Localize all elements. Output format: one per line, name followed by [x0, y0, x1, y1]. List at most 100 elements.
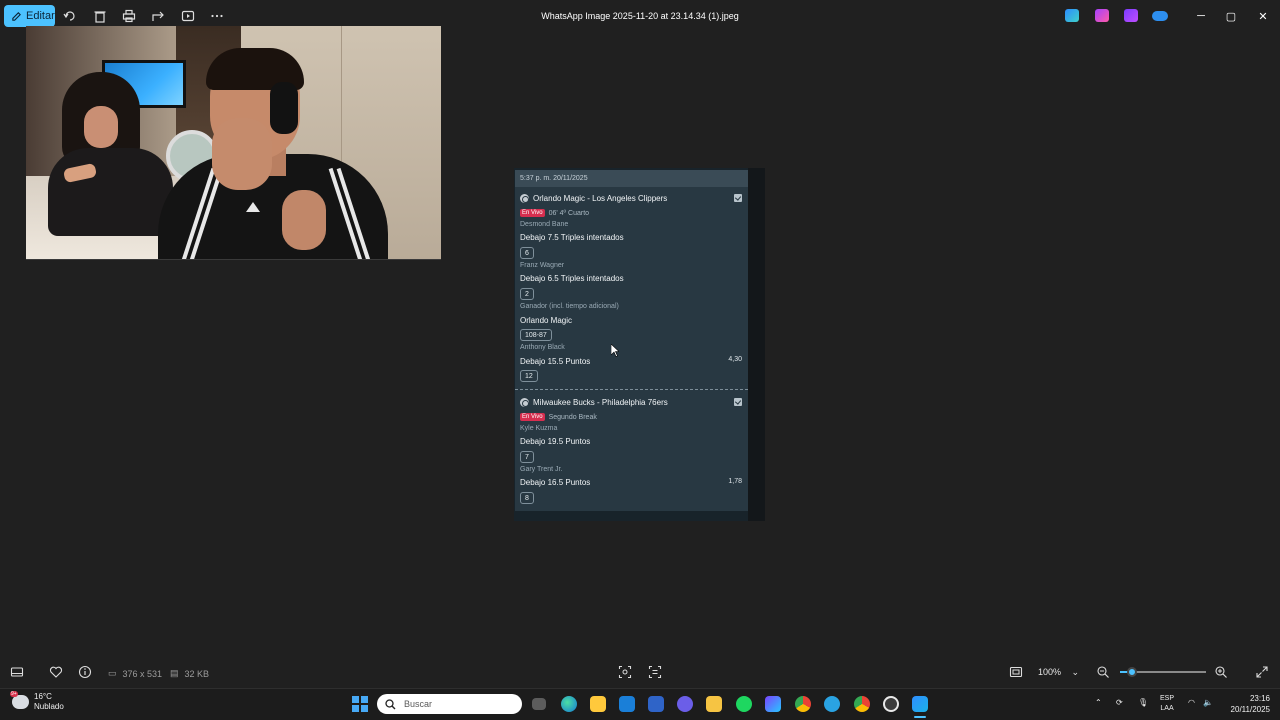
windows-taskbar — [0, 688, 1280, 720]
minimize-icon[interactable]: ─ — [1186, 6, 1216, 26]
image-edge-strip — [748, 168, 765, 521]
keyboard-layout: LAA — [1160, 705, 1174, 712]
search-icon — [385, 698, 396, 709]
zoom-slider-thumb[interactable] — [1127, 667, 1137, 677]
word-icon[interactable] — [648, 696, 664, 712]
bet-player: Desmond Bane — [520, 221, 569, 228]
full-screen-icon[interactable] — [1255, 665, 1269, 679]
ticket-timestamp: 5:37 p. m. 20/11/2025 — [515, 170, 748, 187]
info-icon[interactable] — [78, 665, 92, 679]
outlook-icon[interactable] — [619, 696, 635, 712]
bet-player: Kyle Kuzma — [520, 425, 558, 432]
close-icon[interactable]: ✕ — [1248, 6, 1278, 26]
match-title: Orlando Magic - Los Angeles Clippers — [533, 193, 668, 203]
file-size: ▤ 32 KB — [170, 668, 209, 679]
scan-text-icon[interactable] — [648, 665, 662, 679]
zoom-value: 100% — [1038, 667, 1062, 677]
basketball-icon — [520, 397, 529, 407]
basketball-icon — [520, 193, 529, 203]
video-editor-icon[interactable] — [1124, 9, 1138, 22]
bet-market: Debajo 15.5 Puntos — [520, 357, 591, 366]
file-size-icon: ▤ — [170, 668, 179, 678]
window-title: WhatsApp Image 2025-11-20 at 23.14.34 (1… — [541, 11, 739, 21]
bet-market: Debajo 7.5 Triples intentados — [520, 233, 624, 242]
live-badge: En Vivo — [520, 413, 545, 421]
bet-market: Orlando Magic — [520, 316, 573, 325]
cloud-icon: 9+ — [10, 691, 29, 709]
copilot-icon[interactable] — [765, 696, 781, 712]
language-code: ESP — [1160, 695, 1175, 702]
chevron-down-icon: ⌄ — [1071, 667, 1080, 677]
bet-result: 108-87 — [520, 329, 552, 341]
bet-result: 7 — [520, 451, 534, 463]
bet-market: Debajo 16.5 Puntos — [520, 478, 591, 487]
edge-icon[interactable] — [561, 696, 577, 712]
zoom-in-icon[interactable] — [1214, 665, 1228, 679]
bet-result: 6 — [520, 247, 534, 259]
bet-odds: 4,30 — [728, 356, 742, 363]
windows-start-icon[interactable] — [352, 696, 368, 712]
discord-icon[interactable] — [677, 696, 693, 712]
file-size-text: 32 KB — [184, 668, 210, 679]
image-dimensions: ▭ 376 x 531 — [108, 668, 162, 679]
live-status: En Vivo Segundo Break — [520, 412, 597, 422]
spotify-icon[interactable] — [736, 696, 752, 712]
checkmark-icon — [734, 398, 742, 406]
ticket-divider — [515, 389, 748, 390]
clipchamp-icon[interactable] — [1095, 9, 1109, 22]
wifi-icon[interactable]: ◠ — [1188, 698, 1195, 707]
file-explorer-icon[interactable] — [706, 696, 722, 712]
match-title-row: Orlando Magic - Los Angeles Clippers — [520, 192, 667, 204]
temperature: 16°C — [34, 692, 52, 701]
weather-widget[interactable]: 9+ 16°C Nublado — [10, 691, 64, 712]
weather-badge: 9+ — [10, 691, 18, 697]
chevron-up-icon[interactable]: ⌃ — [1095, 698, 1102, 707]
visual-search-icon[interactable] — [618, 665, 632, 679]
dimensions-text: 376 x 531 — [122, 668, 163, 679]
chrome-icon[interactable] — [795, 696, 811, 712]
favorite-icon[interactable] — [49, 665, 63, 679]
onedrive-icon[interactable] — [1152, 11, 1168, 21]
maximize-icon[interactable]: ▢ — [1216, 6, 1246, 26]
zoom-out-icon[interactable] — [1096, 665, 1110, 679]
match-status: Segundo Break — [548, 413, 597, 421]
match-title: Milwaukee Bucks - Philadelphia 76ers — [533, 397, 668, 407]
store-icon[interactable] — [590, 696, 606, 712]
filmstrip-icon[interactable] — [10, 665, 24, 679]
bet-player: Gary Trent Jr. — [520, 466, 563, 473]
match-title-row: Milwaukee Bucks - Philadelphia 76ers — [520, 396, 668, 408]
telegram-icon[interactable] — [824, 696, 840, 712]
search-placeholder: Buscar — [404, 699, 433, 709]
sync-icon[interactable]: ⟳ — [1116, 698, 1123, 707]
bet-player: Franz Wagner — [520, 262, 565, 269]
clock-time: 23:16 — [1249, 694, 1270, 703]
bet-market: Debajo 19.5 Puntos — [520, 437, 591, 446]
chrome-profile-icon[interactable] — [854, 696, 870, 712]
language-indicator[interactable]: ESP LAA — [1160, 694, 1174, 714]
bet-player: Ganador (incl. tiempo adicional) — [520, 303, 619, 310]
clock-date: 20/11/2025 — [1230, 705, 1270, 714]
active-app-indicator — [914, 716, 926, 718]
bet-player: Anthony Black — [520, 344, 565, 351]
weather-condition: Nublado — [34, 702, 64, 711]
dimensions-icon: ▭ — [108, 668, 117, 678]
system-clock[interactable]: 23:16 20/11/2025 — [1224, 693, 1270, 715]
checkmark-icon — [734, 194, 742, 202]
obs-icon[interactable] — [883, 696, 899, 712]
match-status: 06' 4º Cuarto — [548, 209, 590, 217]
live-status: En Vivo 06' 4º Cuarto — [520, 208, 589, 218]
fit-to-window-icon[interactable] — [1009, 665, 1023, 679]
live-badge: En Vivo — [520, 209, 545, 217]
bet-market: Debajo 6.5 Triples intentados — [520, 274, 624, 283]
designer-icon[interactable] — [1065, 9, 1079, 22]
photos-icon[interactable] — [912, 696, 928, 712]
zoom-dropdown[interactable]: 100% ⌄ — [1038, 667, 1079, 678]
bet-result: 8 — [520, 492, 534, 504]
volume-icon[interactable]: 🔈 — [1203, 698, 1213, 707]
taskbar-search[interactable]: Buscar — [377, 694, 522, 714]
video-thumbnail[interactable] — [26, 26, 441, 260]
bet-result: 12 — [520, 370, 538, 382]
microphone-icon[interactable]: 🎙 — [1138, 698, 1148, 707]
mouse-cursor-icon — [611, 344, 619, 357]
task-view-icon[interactable] — [532, 698, 546, 710]
